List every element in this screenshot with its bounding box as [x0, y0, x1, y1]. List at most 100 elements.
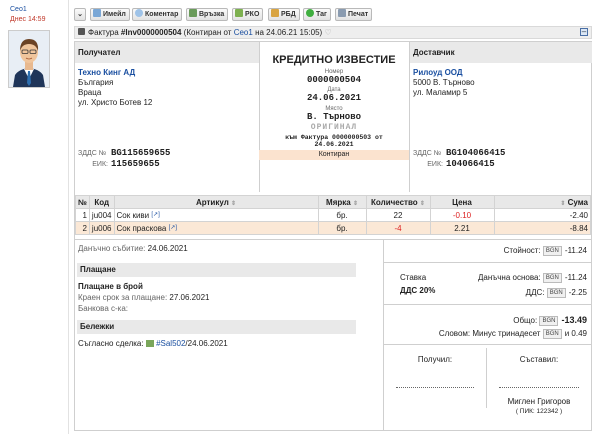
received-signature-line [396, 387, 474, 388]
row-sum: -2.40 [493, 208, 591, 222]
col-article-header[interactable]: Артикул ⇕ [113, 195, 319, 209]
cash-icon [235, 9, 243, 17]
rbd-button[interactable]: РБД [268, 8, 300, 21]
document-place: В. Търново [306, 112, 361, 122]
tag-button-label: Таг [316, 11, 327, 18]
payment-method: Плащане в брой [78, 282, 143, 291]
recipient-header: Получател [75, 42, 259, 63]
chevron-down-icon: ⌄ [77, 11, 83, 18]
today-time: Днес 14:59 [10, 16, 46, 23]
row-sum: -8.84 [493, 221, 591, 235]
row-price: 2.21 [429, 221, 495, 235]
recipient-country: България [78, 78, 114, 87]
current-user-link[interactable]: Сео1 [10, 6, 27, 13]
supplier-name[interactable]: Рилоуд ООД [413, 68, 475, 78]
print-button[interactable]: Печат [335, 8, 373, 21]
row-article-name: Сок праскова [116, 223, 167, 233]
amount-in-words: Минус тринадесет [472, 329, 541, 338]
composer-pik: ( ПИК: 122342 ) [515, 408, 563, 415]
row-unit: бр. [317, 208, 367, 222]
external-link-icon[interactable]: [↗] [169, 225, 177, 231]
avatar[interactable] [8, 30, 50, 88]
composed-signature-line [499, 387, 579, 388]
recipient-name[interactable]: Техно Кинг АД [78, 68, 152, 78]
email-button[interactable]: Имейл [90, 8, 130, 21]
supplier-header: Доставчик [410, 42, 592, 63]
details-block: Данъчно събитие: 24.06.2021 Плащане Плащ… [75, 239, 384, 430]
currency-badge: BGN [546, 288, 566, 298]
supplier-eik: 104066415 [446, 159, 495, 169]
related-invoice-date: 24.06.2021 [314, 141, 354, 148]
col-no-header: № [75, 195, 90, 209]
items-table: № Код Артикул ⇕ Мярка ⇕ Количество ⇕ Цен… [75, 195, 591, 235]
row-article: Сок киви [↗] [113, 208, 319, 222]
document-title: Фактура #Inv0000000504 (Контиран от Сео1… [88, 27, 332, 38]
total-label: Общо: [513, 316, 538, 325]
author-link[interactable]: Сео1 [234, 28, 253, 37]
original-stamp: ОРИГИНАЛ [310, 123, 358, 132]
sort-icon: ⇕ [560, 200, 566, 207]
comment-button-label: Коментар [145, 11, 179, 18]
rbd-button-label: РБД [281, 11, 296, 18]
row-unit: бр. [317, 221, 367, 235]
amount-in-words-tail: и 0.49 [564, 329, 587, 338]
email-icon [93, 9, 101, 17]
totals-block: Стойност: BGN -11.24 Ставка ДДС 20% Данъч… [384, 239, 591, 430]
currency-badge: BGN [542, 273, 562, 283]
col-article-label: Артикул [195, 197, 229, 207]
sort-icon: ⇕ [352, 200, 358, 207]
col-sum-header[interactable]: ⇕ Сума [493, 195, 591, 209]
items-header-row: № Код Артикул ⇕ Мярка ⇕ Количество ⇕ Цен… [75, 195, 591, 209]
table-row: 1 ju004 Сок киви [↗] бр. 22 -0.10 -2.40 [75, 208, 591, 222]
supplier-block: Доставчик Рилоуд ООД 5000 В. Търново ул.… [409, 42, 592, 192]
document-info: КРЕДИТНО ИЗВЕСТИЕ Номер 0000000504 Дата … [259, 42, 409, 192]
col-qty-header[interactable]: Количество ⇕ [365, 195, 431, 209]
external-link-icon[interactable]: [↗] [151, 212, 159, 218]
tax-event-label: Данъчно събитие: [78, 244, 146, 253]
related-invoice: към Фактура 0000000503 от [285, 134, 383, 141]
recipient-eik-label: ЕИК: [92, 161, 108, 168]
row-no: 2 [75, 221, 90, 235]
row-qty: 22 [365, 208, 431, 222]
title-suffix: на 24.06.21 15:05) [255, 28, 323, 37]
status-badge: Контиран [259, 150, 409, 160]
comment-button[interactable]: Коментар [132, 8, 183, 21]
tag-button[interactable]: Таг [303, 8, 331, 21]
link-button[interactable]: Връзка [186, 8, 229, 21]
recipient-vat: BG115659655 [111, 148, 171, 158]
bank-account-label: Банкова с-ка: [78, 304, 128, 313]
col-unit-label: Мярка [326, 197, 351, 207]
rko-button[interactable]: РКО [232, 8, 264, 21]
heart-icon[interactable]: ♡ [324, 28, 331, 37]
collapse-icon[interactable]: – [580, 28, 588, 36]
email-button-label: Имейл [103, 11, 126, 18]
col-qty-label: Количество [371, 197, 418, 207]
row-qty: -4 [365, 221, 431, 235]
document-date: 24.06.2021 [306, 93, 361, 103]
currency-badge: BGN [542, 246, 562, 256]
invoice-number: #Inv0000000504 [120, 28, 182, 37]
title-prefix: Фактура [88, 28, 119, 37]
col-code-header[interactable]: Код [88, 195, 115, 209]
tax-base-label: Данъчна основа: [477, 273, 541, 282]
document-title-bar: Фактура #Inv0000000504 (Контиран от Сео1… [74, 26, 592, 39]
toolbar-menu-toggle[interactable]: ⌄ [74, 8, 86, 21]
supplier-vat-label: ЗДДС № [413, 150, 442, 157]
bank-icon [271, 9, 279, 17]
tag-icon [306, 9, 314, 17]
col-unit-header[interactable]: Мярка ⇕ [317, 195, 367, 209]
deal-link[interactable]: #Sal502 [156, 339, 185, 348]
print-button-label: Печат [348, 11, 369, 18]
sidebar: Сео1 Днес 14:59 [0, 0, 69, 434]
row-no: 1 [75, 208, 90, 222]
vat-amount: -2.25 [568, 288, 587, 297]
document-icon [78, 28, 85, 35]
sort-icon: ⇕ [231, 200, 237, 207]
sort-icon: ⇕ [419, 200, 425, 207]
due-date: 27.06.2021 [169, 293, 210, 302]
recipient-eik: 115659655 [111, 159, 160, 169]
col-price-header[interactable]: Цена [429, 195, 495, 209]
supplier-address: ул. Маламир 5 [413, 88, 468, 97]
composed-by-label: Съставил: [519, 355, 559, 364]
row-code: ju004 [88, 208, 115, 222]
